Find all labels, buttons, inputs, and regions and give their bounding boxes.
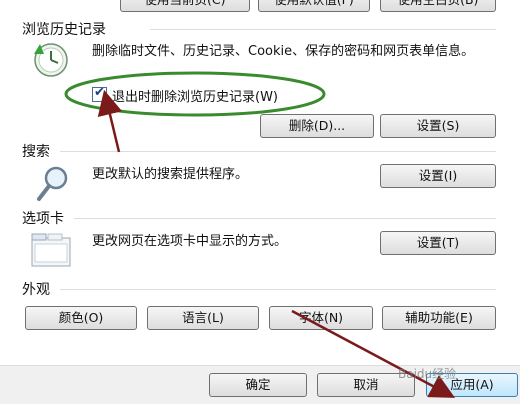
watermark-text: Baidu经验 (398, 367, 457, 381)
ie-internet-options-general-tab: 使用当前页(C) 使用默认值(F) 使用空白页(B) 浏览历史记录 删除临时文件… (0, 0, 520, 404)
annotation-overlay (64, 71, 456, 398)
highlight-ellipse (64, 71, 326, 117)
